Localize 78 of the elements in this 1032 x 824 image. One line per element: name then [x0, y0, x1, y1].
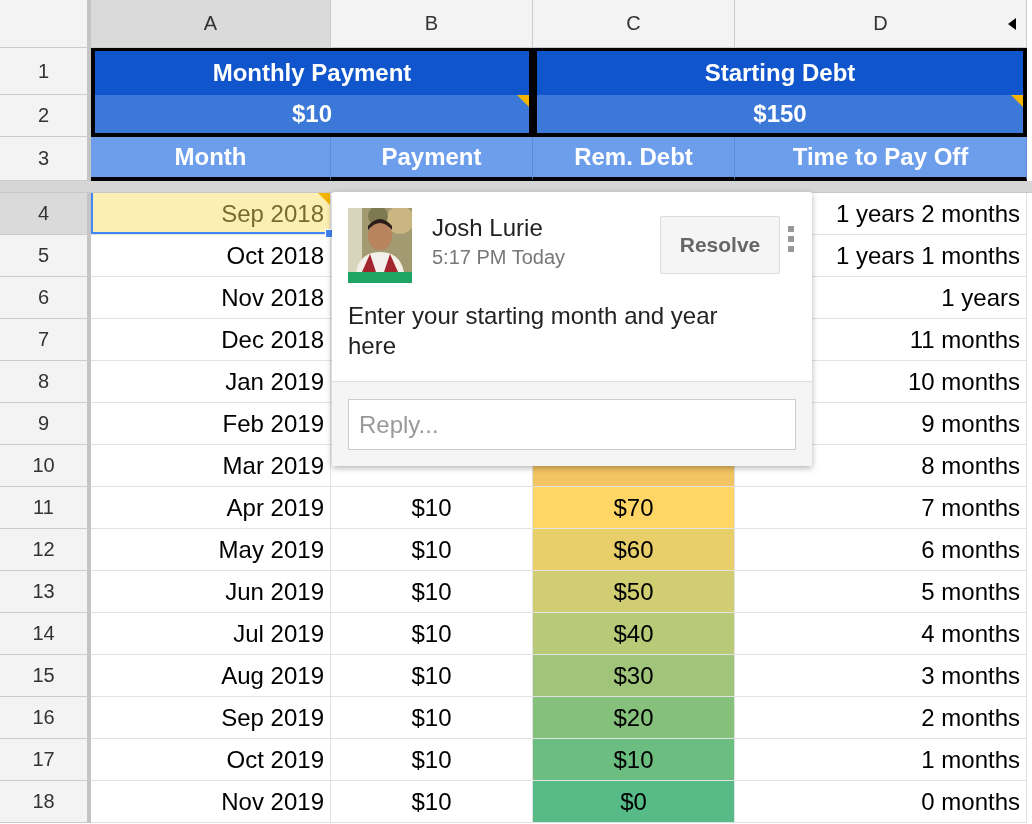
comment-author: Josh Lurie — [432, 214, 544, 242]
summary-title: Starting Debt — [533, 48, 1027, 95]
table-cell: $30 — [533, 655, 735, 697]
table-cell[interactable]: Sep 2019 — [91, 697, 331, 739]
more-options-icon[interactable] — [788, 226, 794, 252]
comment-time: 5:17 PM Today — [432, 246, 567, 269]
row-header[interactable]: 11 — [0, 487, 91, 529]
row-header[interactable]: 9 — [0, 403, 91, 445]
row-header[interactable]: 18 — [0, 781, 91, 823]
row-header[interactable]: 15 — [0, 655, 91, 697]
table-cell: $40 — [533, 613, 735, 655]
table-cell[interactable]: Nov 2019 — [91, 781, 331, 823]
table-cell[interactable]: Apr 2019 — [91, 487, 331, 529]
comment-text: Enter your starting month and year here — [348, 301, 719, 361]
table-cell[interactable]: Dec 2018 — [91, 319, 331, 361]
row-header[interactable]: 7 — [0, 319, 91, 361]
row-header[interactable]: 2 — [0, 95, 91, 137]
table-cell: $60 — [533, 529, 735, 571]
table-cell: 6 months — [735, 529, 1027, 571]
row-header[interactable]: 13 — [0, 571, 91, 613]
summary-value: $10 — [91, 95, 533, 137]
column-header[interactable]: A — [91, 0, 331, 48]
row-header[interactable]: 3 — [0, 137, 91, 181]
summary-value: $150 — [533, 95, 1027, 137]
table-cell: 0 months — [735, 781, 1027, 823]
table-cell[interactable]: Nov 2018 — [91, 277, 331, 319]
table-cell: $10 — [331, 613, 533, 655]
table-cell: $10 — [331, 781, 533, 823]
table-cell: 7 months — [735, 487, 1027, 529]
table-cell[interactable]: May 2019 — [91, 529, 331, 571]
table-cell: 2 months — [735, 697, 1027, 739]
row-header[interactable]: 8 — [0, 361, 91, 403]
row-header[interactable]: 5 — [0, 235, 91, 277]
table-cell: 4 months — [735, 613, 1027, 655]
row-header[interactable]: 4 — [0, 193, 91, 235]
table-cell[interactable]: Jul 2019 — [91, 613, 331, 655]
table-cell: $10 — [331, 655, 533, 697]
table-cell[interactable]: Jun 2019 — [91, 571, 331, 613]
row-header[interactable]: 1 — [0, 48, 91, 95]
column-header[interactable]: B — [331, 0, 533, 48]
table-cell: $70 — [533, 487, 735, 529]
row-header[interactable]: 10 — [0, 445, 91, 487]
column-title: Time to Pay Off — [735, 137, 1027, 181]
table-cell: $10 — [331, 739, 533, 781]
caret-icon[interactable] — [1008, 17, 1016, 30]
column-header[interactable]: D — [735, 0, 1027, 48]
table-cell: 3 months — [735, 655, 1027, 697]
table-cell: 1 months — [735, 739, 1027, 781]
row-header[interactable]: 17 — [0, 739, 91, 781]
column-title: Month — [91, 137, 331, 181]
table-cell[interactable]: Oct 2019 — [91, 739, 331, 781]
table-cell[interactable]: Sep 2018 — [91, 193, 331, 235]
table-cell[interactable]: Jan 2019 — [91, 361, 331, 403]
table-cell[interactable]: Mar 2019 — [91, 445, 331, 487]
resolve-button[interactable]: Resolve — [660, 216, 780, 274]
column-header[interactable]: C — [533, 0, 735, 48]
reply-field[interactable]: Reply... — [348, 399, 796, 450]
summary-title: Monthly Payment — [91, 48, 533, 95]
table-cell: $10 — [331, 487, 533, 529]
column-title: Rem. Debt — [533, 137, 735, 181]
table-cell: $20 — [533, 697, 735, 739]
row-header[interactable]: 16 — [0, 697, 91, 739]
table-cell[interactable]: Aug 2019 — [91, 655, 331, 697]
table-cell: $50 — [533, 571, 735, 613]
table-cell: $10 — [331, 529, 533, 571]
table-cell: $10 — [331, 697, 533, 739]
table-cell: $10 — [533, 739, 735, 781]
table-cell: $0 — [533, 781, 735, 823]
row-header[interactable]: 12 — [0, 529, 91, 571]
table-cell: 5 months — [735, 571, 1027, 613]
row-header[interactable]: 6 — [0, 277, 91, 319]
table-cell[interactable]: Oct 2018 — [91, 235, 331, 277]
row-header[interactable]: 14 — [0, 613, 91, 655]
avatar-underline — [348, 272, 412, 283]
table-cell[interactable]: Feb 2019 — [91, 403, 331, 445]
select-all-corner[interactable] — [0, 0, 91, 48]
column-title: Payment — [331, 137, 533, 181]
table-cell: $10 — [331, 571, 533, 613]
